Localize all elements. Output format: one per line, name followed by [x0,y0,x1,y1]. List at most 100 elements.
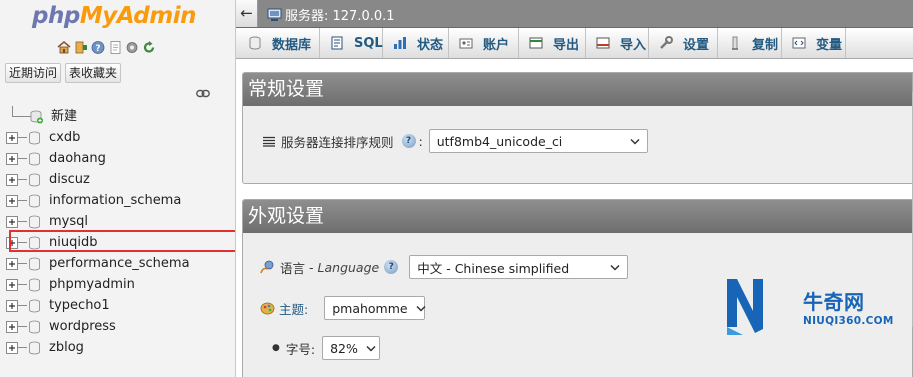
tab-export[interactable]: 导出 [519,28,586,58]
expand-icon[interactable] [6,320,18,333]
recent-tables-button[interactable]: 近期访问 [5,63,62,83]
tab-label: 设置 [683,37,710,53]
collation-select[interactable]: utf8mb4_unicode_ci [428,129,648,153]
watermark-logo-icon [727,279,763,335]
list-icon [263,136,275,147]
tree-connector [18,263,27,264]
language-icon [260,260,274,274]
tree-item-db[interactable]: niuqidb [3,232,235,253]
language-select[interactable]: 中文 - Chinese simplified [409,255,629,279]
sql-icon [331,36,343,50]
accounts-icon [459,38,473,49]
tab-label: 数据库 [272,37,312,53]
database-tree: 新建 cxdb daohang discuz information_schemamy… [3,105,235,358]
language-row: 语言 - Language ? 中文 - Chinese simplified [260,255,629,279]
theme-select-value: pmahomme [332,300,408,316]
server-icon [267,8,282,21]
tab-label: 变量 [816,37,843,53]
expand-icon[interactable] [6,173,18,186]
nav-tab-buttons: 近期访问 表收藏夹 [5,63,122,83]
collation-help-icon[interactable]: ? [401,134,416,148]
reload-icon[interactable] [142,40,156,55]
expand-icon[interactable] [6,278,18,291]
tree-item-label: information_schema [49,193,182,208]
tab-wrench[interactable]: 设置 [649,28,718,58]
expand-icon[interactable] [6,257,18,270]
expand-icon[interactable] [6,236,18,249]
tree-item-db[interactable]: zblog [3,337,235,358]
collapse-navigation-button[interactable]: ← [236,0,258,27]
tree-item-db[interactable]: wordpress [3,316,235,337]
language-label: 语言 [280,260,306,276]
expand-icon[interactable] [6,194,18,207]
status-icon [394,37,406,49]
tree-item-db[interactable]: performance_schema [3,253,235,274]
niuqi-watermark: 牛奇网 NIUQI360.COM [723,275,901,337]
tab-sql[interactable]: SQL [320,28,383,58]
settings-icon[interactable] [125,40,139,55]
database-icon [29,131,40,144]
dash: - [309,259,314,275]
appearance-settings-title: 外观设置 [243,200,912,233]
font-size-select[interactable]: 82% [322,336,381,360]
font-size-select-value: 82% [330,340,358,356]
theme-select[interactable]: pmahomme [324,296,426,320]
general-settings-panel: 常规设置 服务器连接排序规则 ? : utf8mb4_unicode_ci [242,72,913,184]
database-icon [29,278,40,291]
expand-icon[interactable] [6,131,18,144]
tree-connector [18,137,27,138]
collation-row: 服务器连接排序规则 ? : utf8mb4_unicode_ci [263,129,648,153]
chevron-down-icon [610,264,620,271]
link-with-main-icon[interactable] [196,89,210,98]
phpmyadmin-logo[interactable]: phpMyAdmin [32,3,196,29]
language-help-icon[interactable]: ? [384,260,399,274]
tree-connector [18,221,27,222]
favorite-tables-button[interactable]: 表收藏夹 [65,63,122,83]
tree-item-label: typecho1 [49,298,110,313]
database-icon [29,152,40,165]
tree-item-label: zblog [49,340,84,355]
tab-accounts[interactable]: 账户 [449,28,519,58]
server-breadcrumb[interactable]: 服务器: 127.0.0.1 [267,5,395,24]
docs-icon[interactable] [108,40,122,55]
font-size-label: 字号: [285,341,316,357]
server-breadcrumb-bar: ← 服务器: 127.0.0.1 [236,0,913,28]
import-icon [596,37,610,49]
tree-item-label: discuz [49,172,90,187]
help-icon[interactable]: ? [91,40,105,55]
home-icon[interactable] [57,40,71,55]
tab-variables[interactable]: 变量 [782,28,846,58]
tree-item-db[interactable]: typecho1 [3,295,235,316]
database-list: cxdb daohang discuz information_schemamysql… [3,127,235,358]
tree-connector [18,200,27,201]
tree-item-db[interactable]: information_schema [3,190,235,211]
top-menu-tabs: 数据库 SQL 状态 账户 导出 导入 设置 复制 变量 [236,28,913,59]
database-icon [29,320,40,333]
logout-icon[interactable] [74,40,88,55]
new-database-icon [30,110,43,123]
watermark-subtitle: NIUQI360.COM [803,315,894,327]
tree-item-new[interactable]: 新建 [3,105,235,127]
tab-replication[interactable]: 复制 [718,28,782,58]
tree-item-label: wordpress [49,319,116,334]
tree-item-db[interactable]: phpmyadmin [3,274,235,295]
expand-icon[interactable] [6,341,18,354]
tree-item-db[interactable]: mysql [3,211,235,232]
tree-item-label: mysql [49,214,88,229]
tab-database[interactable]: 数据库 [236,28,320,58]
tab-import[interactable]: 导入 [586,28,649,58]
expand-icon[interactable] [6,215,18,228]
expand-icon[interactable] [6,152,18,165]
expand-icon[interactable] [6,299,18,312]
tree-item-db[interactable]: daohang [3,148,235,169]
tree-item-label: niuqidb [49,235,98,250]
theme-label[interactable]: 主题: [279,299,308,318]
tree-item-db[interactable]: discuz [3,169,235,190]
tab-status[interactable]: 状态 [383,28,449,58]
language-select-value: 中文 - Chinese simplified [417,260,570,276]
tree-connector [18,284,27,285]
tree-item-db[interactable]: cxdb [3,127,235,148]
database-icon [249,36,261,50]
tab-label: SQL [354,35,383,51]
tree-item-label: phpmyadmin [49,277,135,292]
